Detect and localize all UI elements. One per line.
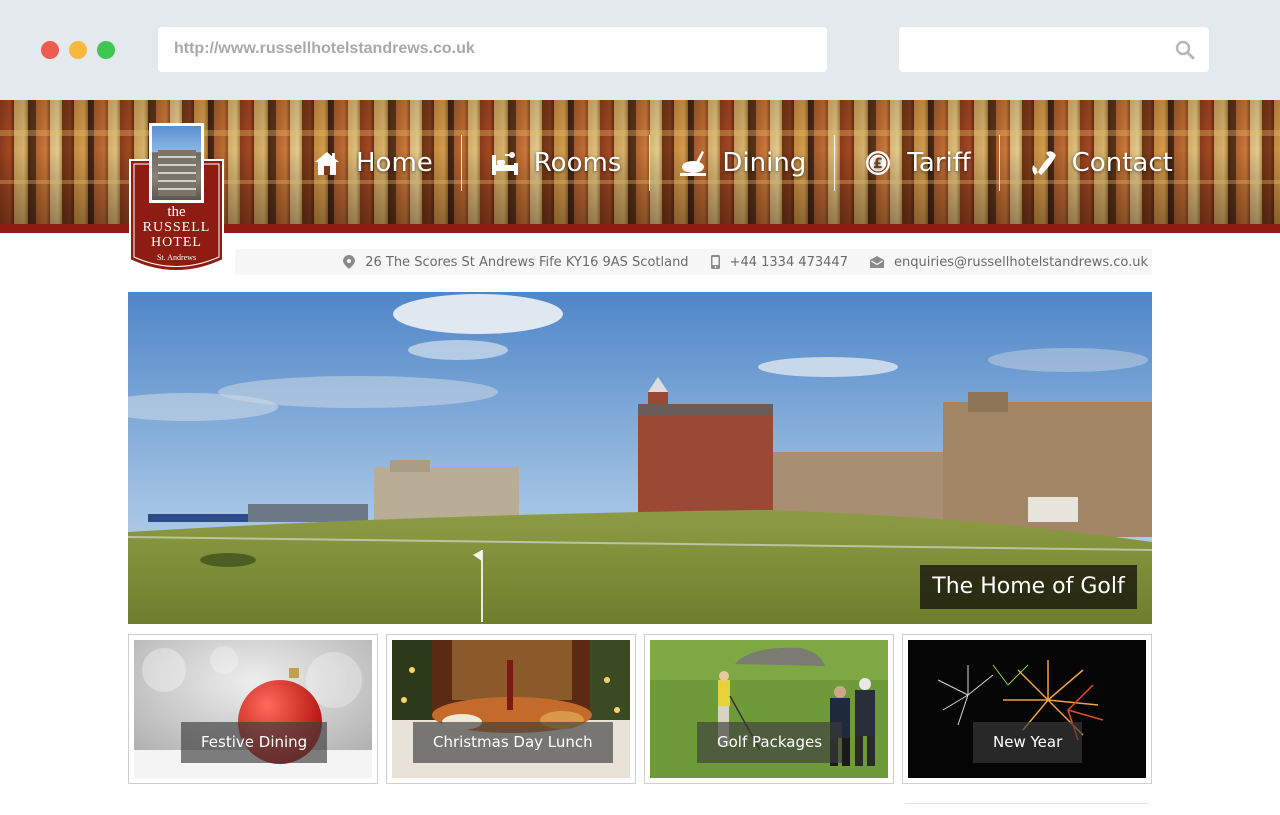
window-minimize-button[interactable] (69, 41, 87, 59)
contact-phone-text: +44 1334 473447 (729, 254, 848, 270)
search-icon (1175, 40, 1195, 60)
browser-search-field[interactable] (899, 27, 1209, 72)
tile-label-golf-packages: Golf Packages (697, 722, 843, 763)
svg-text:£: £ (873, 156, 883, 172)
location-pin-icon (343, 255, 356, 269)
contact-info-bar: 26 The Scores St Andrews Fife KY16 9AS S… (235, 249, 1152, 275)
nav-label-tariff: Tariff (907, 148, 971, 178)
nav-item-tariff[interactable]: £ Tariff (835, 135, 998, 191)
browser-chrome: http://www.russellhotelstandrews.co.uk (0, 0, 1280, 100)
tile-label-festive-dining: Festive Dining (181, 722, 328, 763)
tile-label-christmas-day-lunch: Christmas Day Lunch (413, 722, 613, 763)
nav-label-rooms: Rooms (533, 148, 622, 178)
bed-icon (490, 148, 520, 178)
phone-icon (1028, 148, 1058, 178)
pound-icon: £ (863, 148, 893, 178)
logo-hotel-photo (149, 123, 204, 203)
logo-text-the: the (167, 204, 186, 220)
tile-christmas-day-lunch[interactable]: Christmas Day Lunch (386, 634, 636, 784)
nav-item-contact[interactable]: Contact (1000, 135, 1201, 191)
tile-new-year[interactable]: New Year (902, 634, 1152, 784)
nav-item-home[interactable]: Home (300, 135, 461, 191)
contact-email-text: enquiries@russellhotelstandrews.co.uk (893, 254, 1148, 270)
tile-golf-packages[interactable]: Golf Packages (644, 634, 894, 784)
home-icon (312, 148, 342, 178)
contact-address: 26 The Scores St Andrews Fife KY16 9AS S… (343, 254, 689, 270)
window-close-button[interactable] (41, 41, 59, 59)
logo-text-location: St. Andrews (156, 253, 197, 262)
dining-icon (678, 148, 708, 178)
tile-label-new-year: New Year (973, 722, 1083, 763)
tile-festive-dining[interactable]: Festive Dining (128, 634, 378, 784)
hero-caption: The Home of Golf (920, 565, 1137, 609)
nav-label-contact: Contact (1071, 148, 1173, 178)
nav-item-dining[interactable]: Dining (650, 135, 834, 191)
contact-email[interactable]: enquiries@russellhotelstandrews.co.uk (869, 254, 1148, 270)
address-bar[interactable]: http://www.russellhotelstandrews.co.uk (158, 27, 827, 72)
nav-label-dining: Dining (722, 148, 807, 178)
divider-line (905, 803, 1149, 804)
nav-item-rooms[interactable]: Rooms (462, 135, 650, 191)
mobile-phone-icon (710, 255, 720, 269)
envelope-icon (869, 256, 884, 268)
logo-text-russell: RUSSELL (142, 220, 211, 235)
main-nav: Home Rooms Dining £ Tariff Contact (300, 135, 1201, 191)
contact-phone[interactable]: +44 1334 473447 (710, 254, 848, 270)
logo-text-hotel: HOTEL (151, 235, 202, 250)
window-maximize-button[interactable] (97, 41, 115, 59)
hotel-logo[interactable]: the RUSSELL HOTEL St. Andrews (128, 120, 225, 275)
nav-label-home: Home (356, 148, 433, 178)
contact-address-text: 26 The Scores St Andrews Fife KY16 9AS S… (365, 254, 689, 270)
